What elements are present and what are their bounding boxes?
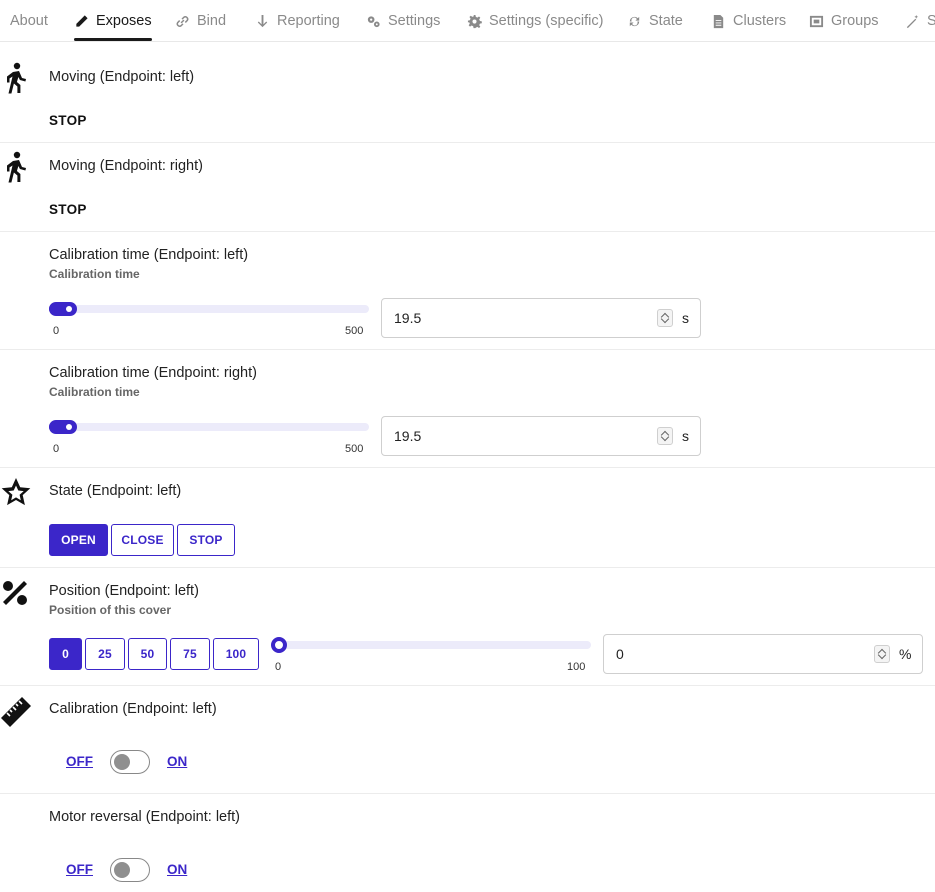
star-icon	[0, 476, 32, 508]
calib-time-right-input[interactable]: 19.5 s	[381, 416, 701, 456]
motor-reversal-toggle[interactable]	[110, 858, 150, 882]
slider-min-label: 0	[53, 325, 60, 337]
calib-time-left-input[interactable]: 19.5 s	[381, 298, 701, 338]
tab-groups[interactable]: Groups	[809, 0, 879, 41]
slider-max-label: 500	[345, 325, 364, 337]
tab-settings[interactable]: Settings	[366, 0, 440, 41]
stepper-icon[interactable]	[874, 645, 890, 663]
tab-bind[interactable]: Bind	[175, 0, 226, 41]
position-left-slider[interactable]	[273, 641, 591, 649]
refresh-icon	[629, 16, 640, 26]
state-left-label: State (Endpoint: left)	[49, 483, 182, 499]
divider	[0, 467, 935, 468]
position-preset-25-button[interactable]: 25	[85, 638, 125, 670]
state-close-button[interactable]: CLOSE	[111, 524, 174, 556]
moving-left-value: STOP	[49, 113, 87, 128]
divider	[0, 349, 935, 350]
moving-right-label: Moving (Endpoint: right)	[49, 158, 203, 174]
stepper-icon[interactable]	[657, 309, 673, 327]
tab-about[interactable]: About	[10, 0, 48, 41]
slider-min-label: 0	[53, 443, 60, 455]
walking-icon	[0, 151, 32, 185]
calib-time-right-description: Calibration time	[49, 385, 140, 399]
position-left-label: Position (Endpoint: left)	[49, 583, 199, 599]
group-icon	[809, 15, 824, 27]
calibration-toggle[interactable]	[110, 750, 150, 774]
ruler-icon	[0, 696, 32, 728]
divider	[0, 793, 935, 794]
percent-icon	[0, 578, 30, 608]
moving-right-value: STOP	[49, 202, 87, 217]
divider	[0, 685, 935, 686]
position-preset-100-button[interactable]: 100	[213, 638, 259, 670]
slider-max-label: 100	[567, 661, 586, 673]
pencil-icon	[76, 14, 88, 27]
calibration-on-label[interactable]: ON	[167, 754, 187, 769]
calib-time-right-label: Calibration time (Endpoint: right)	[49, 365, 257, 381]
walking-icon	[0, 62, 32, 96]
position-left-slider-thumb[interactable]	[271, 637, 287, 653]
stepper-icon[interactable]	[657, 427, 673, 445]
position-preset-0-button[interactable]: 0	[49, 638, 82, 670]
motor-reversal-on-label[interactable]: ON	[167, 862, 187, 877]
calib-time-left-slider-thumb[interactable]	[49, 302, 77, 316]
state-stop-button[interactable]: STOP	[177, 524, 235, 556]
state-open-button[interactable]: OPEN	[49, 524, 108, 556]
gears-icon	[367, 15, 380, 27]
motor-reversal-off-label[interactable]: OFF	[66, 862, 93, 877]
divider	[0, 142, 935, 143]
tab-state[interactable]: State	[627, 0, 683, 41]
link-icon	[176, 15, 189, 27]
document-icon	[713, 14, 724, 28]
position-left-description: Position of this cover	[49, 603, 172, 617]
wand-icon	[906, 14, 919, 28]
tab-bar: About Exposes Bind Reporting Settings Se…	[0, 0, 935, 42]
tab-exposes[interactable]: Exposes	[74, 0, 152, 41]
calib-time-left-description: Calibration time	[49, 267, 140, 281]
motor-reversal-left-label: Motor reversal (Endpoint: left)	[49, 809, 240, 825]
arrow-down-icon	[257, 14, 268, 27]
tab-clusters[interactable]: Clusters	[711, 0, 786, 41]
calib-time-left-label: Calibration time (Endpoint: left)	[49, 247, 249, 263]
moving-left-label: Moving (Endpoint: left)	[49, 69, 195, 85]
position-left-input[interactable]: 0 %	[603, 634, 923, 674]
divider	[0, 231, 935, 232]
calib-time-right-slider-thumb[interactable]	[49, 420, 77, 434]
calibration-off-label[interactable]: OFF	[66, 754, 93, 769]
calib-time-left-slider[interactable]	[49, 305, 369, 313]
tab-reporting[interactable]: Reporting	[255, 0, 340, 41]
divider	[0, 567, 935, 568]
tab-settings-specific[interactable]: Settings (specific)	[467, 0, 603, 41]
position-preset-50-button[interactable]: 50	[128, 638, 167, 670]
tab-more[interactable]: S	[905, 0, 935, 41]
gear-icon	[467, 14, 482, 28]
slider-min-label: 0	[275, 661, 282, 673]
calibration-left-label: Calibration (Endpoint: left)	[49, 701, 217, 717]
calib-time-right-slider[interactable]	[49, 423, 369, 431]
slider-max-label: 500	[345, 443, 364, 455]
position-preset-75-button[interactable]: 75	[170, 638, 210, 670]
